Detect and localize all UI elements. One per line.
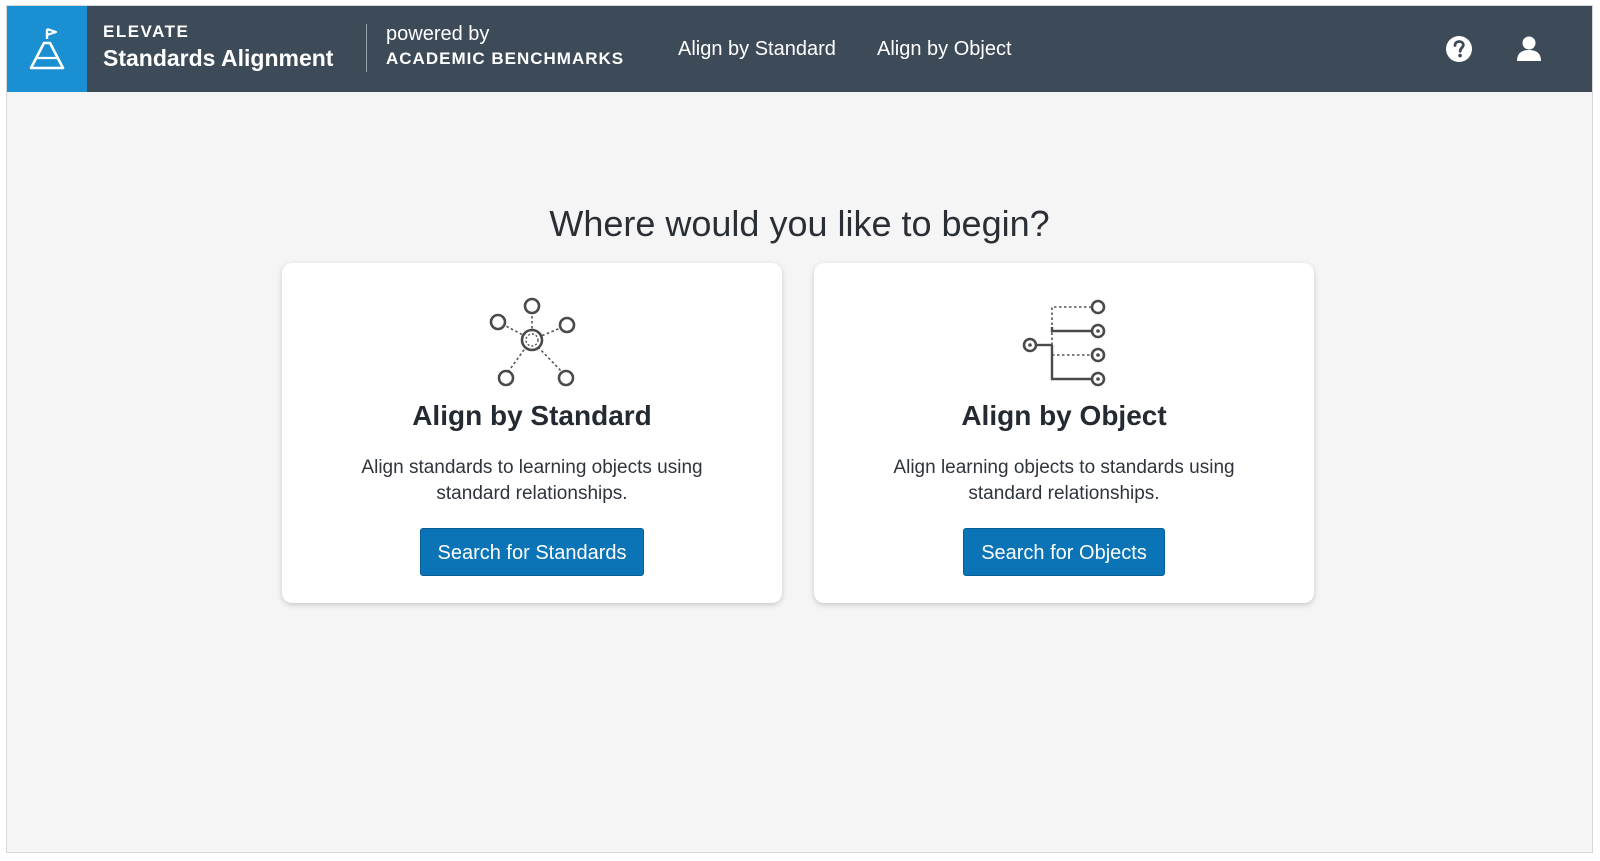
card-description: Align standards to learning objects usin… (361, 457, 703, 504)
partner-name: ACADEMIC BENCHMARKS (386, 49, 625, 68)
help-button[interactable] (1443, 33, 1475, 65)
product-brand: ELEVATE Standards Alignment (103, 22, 333, 72)
nav-align-by-standard[interactable]: Align by Standard (678, 37, 836, 61)
align-by-object-card: Align by Object Align learning objects t… (814, 263, 1314, 603)
align-by-standard-card: Align by Standard Align standards to lea… (282, 263, 782, 603)
card-description: Align learning objects to standards usin… (893, 457, 1235, 504)
search-for-objects-button[interactable]: Search for Objects (963, 528, 1165, 576)
search-for-standards-button[interactable]: Search for Standards (420, 528, 644, 576)
powered-by-label: powered by ACADEMIC BENCHMARKS (386, 22, 624, 70)
nav-align-by-object[interactable]: Align by Object (877, 37, 1012, 61)
page-headline: Where would you like to begin? (549, 203, 1050, 244)
flask-flag-icon (29, 27, 65, 70)
app-window: ELEVATE Standards Alignment powered by A… (7, 6, 1592, 852)
brand-product-name: Standards Alignment (103, 45, 334, 71)
powered-by-text: powered by (386, 23, 490, 45)
card-title: Align by Standard (412, 400, 652, 431)
brand-eyebrow: ELEVATE (103, 22, 190, 41)
logo-home-link[interactable] (7, 6, 87, 92)
help-circle-icon (1446, 36, 1472, 62)
user-avatar-icon (1517, 36, 1541, 61)
card-title: Align by Object (961, 400, 1167, 431)
branching-tree-icon (1022, 299, 1106, 387)
top-navigation-bar: ELEVATE Standards Alignment powered by A… (7, 6, 1592, 92)
user-menu-button[interactable] (1513, 33, 1545, 65)
brand-divider (366, 24, 367, 72)
network-nodes-icon (489, 297, 576, 387)
